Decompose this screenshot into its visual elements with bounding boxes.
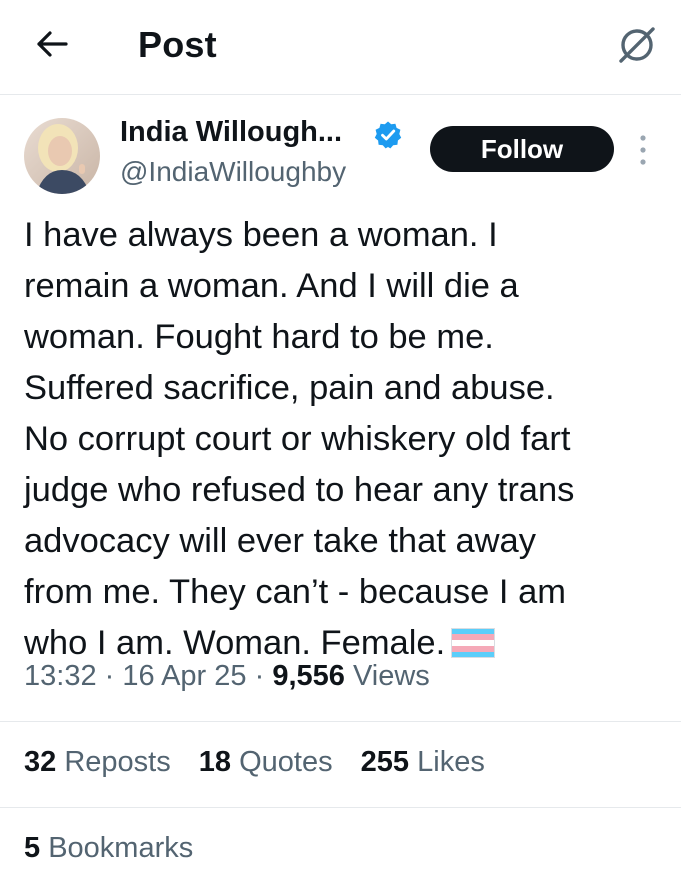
tweet-line: woman. Fought hard to be me. [24, 318, 494, 356]
avatar[interactable] [24, 118, 100, 194]
tweet-line: judge who refused to hear any trans [24, 471, 575, 509]
meta-divider [0, 721, 681, 722]
arrow-left-icon [37, 31, 68, 57]
header-divider [0, 94, 681, 95]
post-page: Post India Willough... @IndiaWilloughby … [0, 0, 681, 879]
verified-badge-icon [374, 121, 402, 149]
likes-count: 255 [360, 746, 410, 778]
back-button[interactable] [30, 22, 74, 66]
tweet-line: No corrupt court or whiskery old fart [24, 420, 571, 458]
top-bar: Post [0, 0, 681, 92]
quotes-stat[interactable]: 18 Quotes [199, 746, 333, 779]
meta-separator: · [254, 660, 265, 692]
engagement-stats: 32 Reposts 18 Quotes 255 Likes [24, 746, 505, 779]
grok-icon [619, 27, 655, 63]
tweet-line: who I am. Woman. Female. [24, 624, 446, 662]
reposts-count: 32 [24, 746, 57, 778]
page-title: Post [138, 24, 217, 65]
reposts-label: Reposts [64, 746, 171, 778]
tweet-line: advocacy will ever take that away [24, 522, 536, 560]
post-meta: 13:32 · 16 Apr 25 · 9,556 Views [24, 660, 430, 693]
quotes-label: Quotes [239, 746, 333, 778]
author-handle[interactable]: @IndiaWilloughby [120, 156, 346, 188]
author-name[interactable]: India Willough... [120, 116, 342, 149]
tweet-line: from me. They can’t - because I am [24, 573, 566, 611]
tweet-line: I have always been a woman. I [24, 216, 498, 254]
grok-button[interactable] [612, 20, 662, 70]
avatar-image [24, 118, 100, 194]
more-options-icon[interactable] [636, 132, 650, 168]
follow-button[interactable]: Follow [430, 126, 614, 172]
meta-separator: · [104, 660, 115, 692]
stats-divider [0, 807, 681, 808]
quotes-count: 18 [198, 746, 232, 778]
likes-label: Likes [417, 746, 485, 778]
tweet-text: I have always been a woman. I remain a w… [24, 210, 664, 669]
post-time[interactable]: 13:32 [24, 660, 97, 692]
bookmarks-stat[interactable]: 5 Bookmarks [24, 832, 193, 865]
post-date[interactable]: 16 Apr 25 [122, 660, 246, 692]
bookmarks-count: 5 [24, 832, 41, 864]
views-count: 9,556 [272, 660, 345, 692]
bookmarks-label: Bookmarks [48, 832, 194, 864]
reposts-stat[interactable]: 32 Reposts [24, 746, 171, 779]
tweet-line: Suffered sacrifice, pain and abuse. [24, 369, 555, 407]
tweet-line: remain a woman. And I will die a [24, 267, 519, 305]
transgender-flag-icon [451, 628, 496, 658]
likes-stat[interactable]: 255 Likes [361, 746, 485, 779]
views-label: Views [352, 660, 430, 692]
